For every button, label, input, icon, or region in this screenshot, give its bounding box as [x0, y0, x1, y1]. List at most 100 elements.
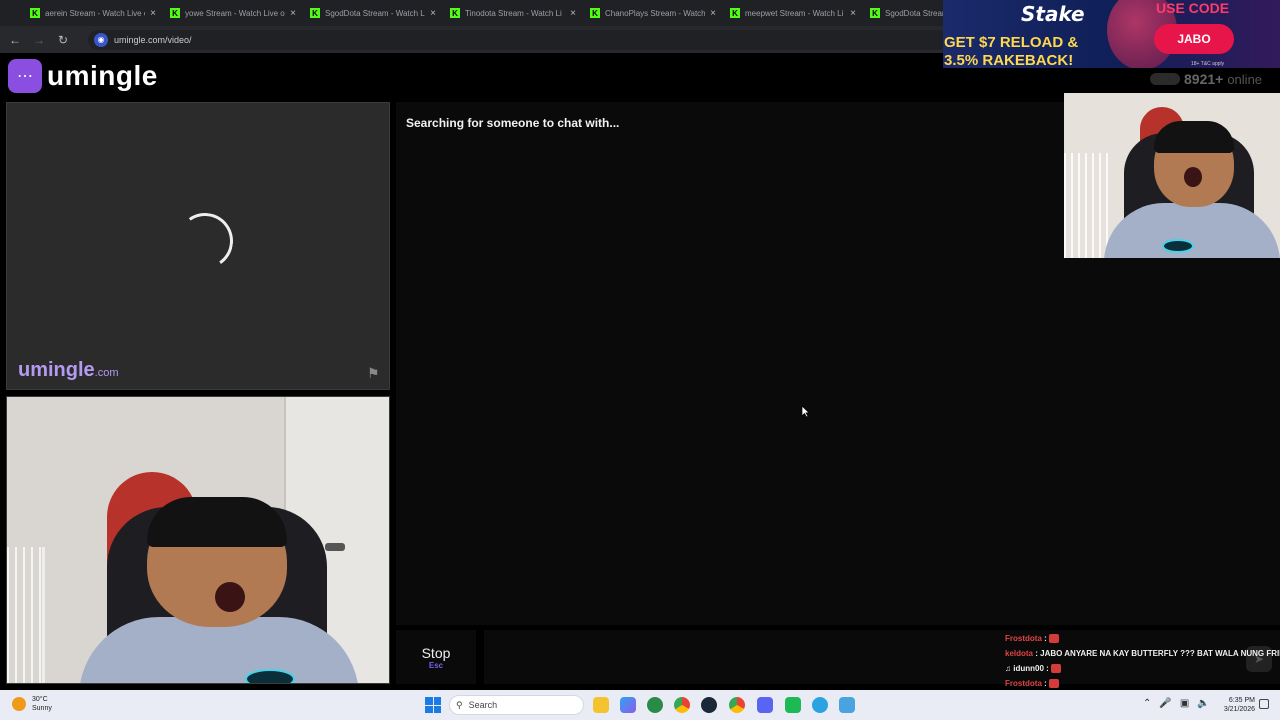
stream-chat-message: Frostdota : [1005, 676, 1280, 691]
chrome-icon[interactable] [674, 697, 690, 713]
weather-widget[interactable]: 30°C Sunny [12, 695, 52, 713]
stream-chat-message: Frostdota : [1005, 631, 1280, 646]
tab-title: meepwet Stream - Watch Li [745, 8, 844, 18]
steam-icon[interactable] [701, 697, 717, 713]
tab-close-icon[interactable]: × [570, 8, 576, 19]
browser-tab[interactable]: K SgodDota Stream - Watch Li × [302, 2, 442, 24]
tab-close-icon[interactable]: × [290, 8, 296, 19]
watermark-domain: .com [94, 367, 119, 379]
umingle-watermark: umingle.com [18, 359, 119, 382]
tab-title: SgodDota Stream - Watch Li [325, 8, 426, 18]
tab-close-icon[interactable]: × [150, 8, 156, 19]
person-mouth [1184, 167, 1202, 187]
weather-temp: 30°C [32, 696, 48, 703]
telegram-icon[interactable] [812, 697, 828, 713]
emote-icon [1051, 664, 1062, 674]
online-label: online [1227, 71, 1263, 87]
self-video-panel [6, 396, 390, 684]
microphone-icon [1162, 239, 1194, 253]
microphone-tray-icon[interactable]: 🎤 [1159, 698, 1171, 709]
ad-offer-line: 3.5% RAKEBACK! [944, 52, 1074, 68]
person-hair [147, 497, 287, 547]
network-icon[interactable]: ▣ [1180, 698, 1189, 709]
browser-tab[interactable]: Kyowe Stream - Watch Live on × [162, 2, 302, 24]
stream-chat-overlay: Frostdota : keldota : JABO ANYARE NA KAY… [1005, 631, 1280, 691]
chat-username: Frostdota [1005, 679, 1042, 688]
search-icon: ⚲ [456, 699, 463, 710]
chat-username: keldota [1005, 649, 1034, 658]
arrow-left-icon[interactable]: ← [6, 31, 24, 49]
online-count: 8921+ [1184, 71, 1224, 87]
stop-label: Stop [421, 644, 451, 661]
browser-tab[interactable]: Kmeepwet Stream - Watch Li × [722, 2, 862, 24]
ad-brand: Stake [1021, 2, 1085, 26]
file-explorer-icon[interactable] [593, 697, 609, 713]
loading-spinner-icon [172, 208, 238, 274]
tab-close-icon[interactable]: × [850, 8, 856, 19]
url-field[interactable]: ◉ umingle.com/video/ [88, 29, 948, 50]
kick-icon: K [870, 8, 880, 18]
search-placeholder: Search [468, 700, 498, 710]
chat-username: idunn00 [1013, 664, 1044, 673]
tab-close-icon[interactable]: × [430, 8, 436, 19]
url-text: umingle.com/video/ [114, 34, 192, 45]
arrow-right-icon[interactable]: → [30, 31, 48, 49]
stake-ad-banner: Stake GET $7 RELOAD & 3.5% RAKEBACK! USE… [943, 0, 1280, 68]
weather-text: 30°C Sunny [32, 695, 52, 713]
windows-start-icon[interactable] [425, 697, 441, 713]
tab-title: yowe Stream - Watch Live on [185, 8, 286, 18]
taskbar-search[interactable]: ⚲ Search [449, 695, 584, 715]
app-icon[interactable] [839, 697, 855, 713]
ad-terms: 18+ T&C apply [1191, 61, 1225, 67]
stream-chat-message: ♫ idunn00 : [1005, 661, 1280, 676]
browser-tab[interactable]: K Tinodota Stream - Watch Li × [442, 2, 582, 24]
sun-icon [12, 697, 26, 711]
door-handle [325, 543, 345, 551]
tab-close-icon[interactable]: × [710, 8, 716, 19]
kick-icon: K [30, 8, 40, 18]
online-counter: 8921+ online [1150, 71, 1262, 87]
tab-title: aerein Stream - Watch Live o [45, 8, 146, 18]
stop-button[interactable]: Stop Esc [396, 630, 476, 684]
app-icon[interactable] [785, 697, 801, 713]
system-tray: ⌃ 🎤 ▣ 🔈 [1143, 698, 1210, 709]
stranger-video-panel: umingle.com ⚑ [6, 102, 390, 390]
reload-icon[interactable]: ↻ [54, 31, 72, 49]
person-mouth [215, 582, 245, 612]
discord-icon[interactable] [757, 697, 773, 713]
browser-tab[interactable]: K ChanoPlays Stream - Watch × [582, 2, 722, 24]
volume-icon[interactable]: 🔈 [1197, 698, 1209, 709]
chrome-profile-icon[interactable] [729, 697, 745, 713]
site-info-icon[interactable]: ◉ [94, 32, 108, 47]
chat-text: JABO ANYARE NA KAY BUTTERFLY ??? BAT WAL… [1040, 649, 1280, 658]
taskbar: 30°C Sunny ⚲ Search ⌃ 🎤 ▣ 🔈 6:35 PM 3/21/2… [0, 690, 1280, 720]
online-toggle [1150, 73, 1180, 85]
kick-icon: K [310, 8, 320, 18]
notification-icon[interactable] [1259, 699, 1269, 709]
umingle-logo[interactable]: ⋯ umingle [8, 59, 158, 93]
mouse-cursor-icon [801, 405, 810, 418]
tab-title: ChanoPlays Stream - Watch [605, 8, 706, 18]
date: 3/21/2026 [1223, 706, 1255, 713]
stream-chat-message: keldota : JABO ANYARE NA KAY BUTTERFLY ?… [1005, 646, 1280, 661]
clock[interactable]: 6:35 PM 3/21/2026 [1215, 696, 1255, 714]
time: 6:35 PM [1228, 697, 1255, 704]
chat-status: Searching for someone to chat with... [406, 116, 620, 130]
chat-bubble-icon: ⋯ [8, 59, 42, 93]
flag-icon[interactable]: ⚑ [367, 365, 380, 382]
badge-icon: ♫ [1005, 664, 1014, 673]
microphone-icon [245, 669, 295, 683]
ad-code-button: JABO [1154, 24, 1234, 54]
logo-text: umingle [47, 60, 158, 91]
chrome-alt-icon[interactable] [647, 697, 663, 713]
browser-tab[interactable]: Kaerein Stream - Watch Live o × [22, 2, 162, 24]
copilot-icon[interactable] [620, 697, 636, 713]
chat-username: Frostdota [1005, 634, 1042, 643]
chevron-up-icon[interactable]: ⌃ [1143, 698, 1151, 709]
baby-gate [1064, 153, 1110, 258]
kick-icon: K [170, 8, 180, 18]
ad-use-code-label: USE CODE [1156, 0, 1230, 16]
tab-title: Tinodota Stream - Watch Li [465, 8, 562, 18]
emote-icon [1049, 634, 1059, 644]
ad-offer-line: GET $7 RELOAD & [944, 34, 1079, 51]
